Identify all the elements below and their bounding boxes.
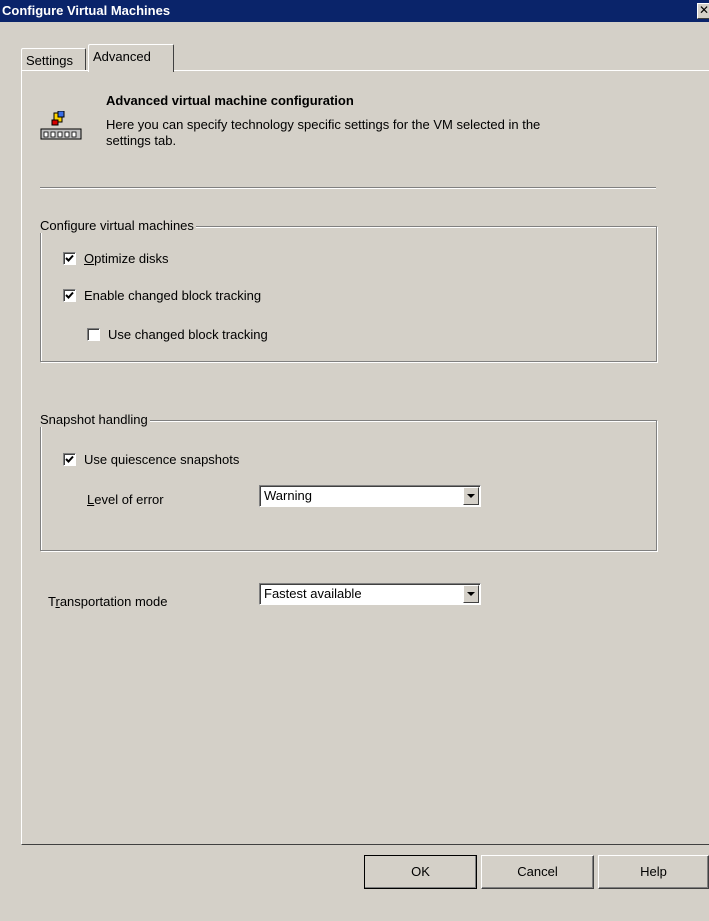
transport-mode-dropdown-button[interactable] <box>463 585 479 603</box>
tab-advanced[interactable]: Advanced <box>88 44 174 72</box>
use-cbt-checkbox[interactable]: Use changed block tracking <box>87 327 268 342</box>
level-of-error-dropdown-button[interactable] <box>463 487 479 505</box>
optimize-disks-label: Optimize disks <box>84 251 169 266</box>
enable-cbt-checkbox[interactable]: Enable changed block tracking <box>63 288 261 303</box>
header-title: Advanced virtual machine configuration <box>106 93 354 108</box>
level-of-error-select[interactable]: Warning <box>259 485 481 507</box>
use-quiescence-label: Use quiescence snapshots <box>84 452 240 467</box>
transport-mode-value: Fastest available <box>264 586 362 601</box>
ok-button[interactable]: OK <box>364 855 477 889</box>
use-quiescence-box[interactable] <box>63 453 76 466</box>
checkmark-icon <box>65 254 74 262</box>
tab-settings-label: Settings <box>26 53 73 68</box>
server-config-icon <box>40 111 82 140</box>
header-description: Here you can specify technology specific… <box>106 117 541 148</box>
transport-mode-select[interactable]: Fastest available <box>259 583 481 605</box>
optimize-disks-checkbox[interactable]: Optimize disks <box>63 251 169 266</box>
separator <box>40 187 656 189</box>
level-of-error-label: Level of error <box>87 492 164 507</box>
level-of-error-value: Warning <box>264 488 312 503</box>
use-cbt-box[interactable] <box>87 328 100 341</box>
tab-advanced-label: Advanced <box>93 49 151 64</box>
transport-mode-label: Transportation mode <box>48 594 168 609</box>
chevron-down-icon <box>467 592 475 596</box>
checkmark-icon <box>65 291 74 299</box>
window-title: Configure Virtual Machines <box>2 3 171 18</box>
title-bar: Configure Virtual Machines ✕ <box>0 0 709 22</box>
tab-settings[interactable]: Settings <box>21 48 86 70</box>
cancel-button[interactable]: Cancel <box>481 855 594 889</box>
help-button[interactable]: Help <box>598 855 709 889</box>
close-button[interactable]: ✕ <box>697 3 709 19</box>
configure-vm-legend: Configure virtual machines <box>38 218 196 233</box>
checkmark-icon <box>65 455 74 463</box>
enable-cbt-label: Enable changed block tracking <box>84 288 262 303</box>
use-cbt-label: Use changed block tracking <box>108 327 268 342</box>
enable-cbt-box[interactable] <box>63 289 76 302</box>
use-quiescence-checkbox[interactable]: Use quiescence snapshots <box>63 452 239 467</box>
snapshot-legend: Snapshot handling <box>38 412 150 427</box>
close-icon: ✕ <box>699 3 709 17</box>
optimize-disks-box[interactable] <box>63 252 76 265</box>
chevron-down-icon <box>467 494 475 498</box>
